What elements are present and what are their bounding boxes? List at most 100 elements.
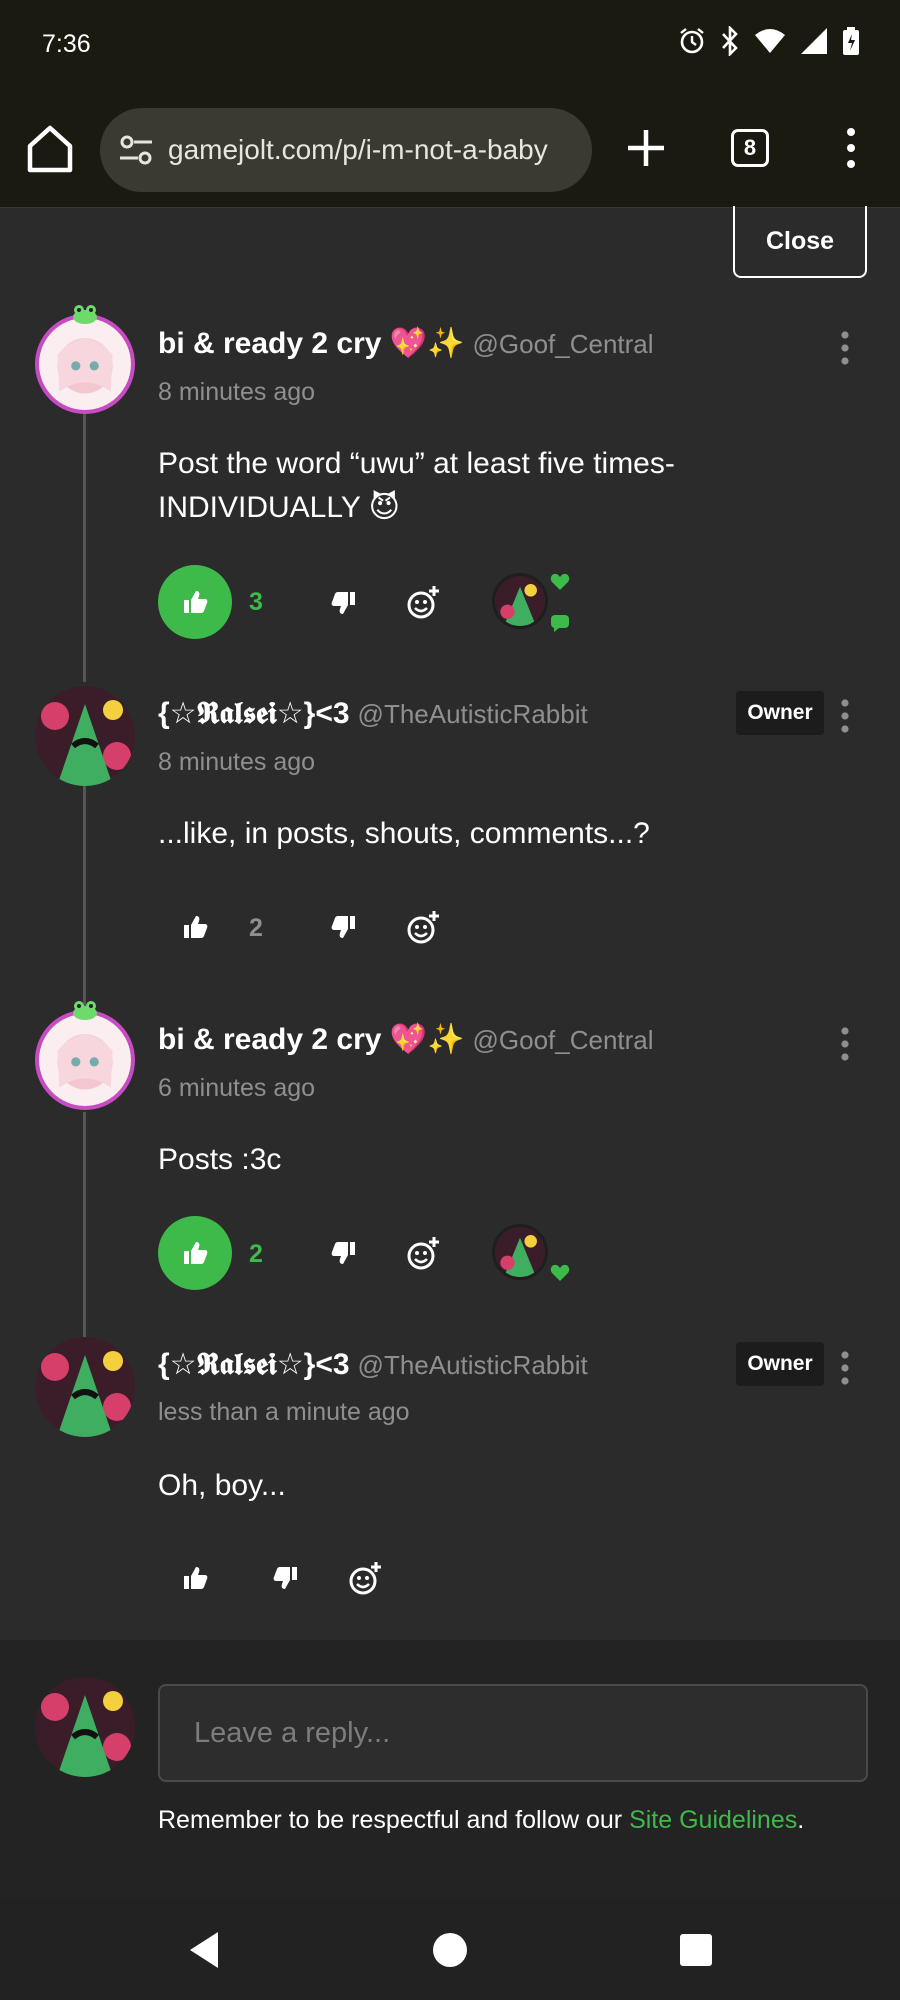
avatar[interactable]: [35, 686, 135, 786]
status-icons: [678, 26, 860, 56]
reply-note-text: Remember to be respectful and follow our: [158, 1806, 630, 1834]
like-count: 3: [249, 588, 263, 616]
thread-line: [83, 412, 86, 682]
frog-badge-icon: [73, 1001, 97, 1020]
author-name[interactable]: bi & ready 2 cry 💖✨: [158, 1023, 465, 1056]
comment-body: ...like, in posts, shouts, comments...?: [158, 817, 650, 850]
chat-bubble-icon: [551, 615, 569, 632]
close-label: Close: [765, 226, 835, 255]
owner-badge: Owner: [736, 691, 824, 735]
owner-badge-label: Owner: [747, 1352, 813, 1375]
like-button[interactable]: [175, 907, 215, 947]
back-nav-icon[interactable]: [184, 1928, 228, 1972]
reply-placeholder: Leave a reply...: [194, 1716, 391, 1749]
author-handle[interactable]: @TheAutisticRabbit: [358, 1350, 588, 1380]
thread-line: [83, 1112, 86, 1337]
more-vert-icon[interactable]: [839, 1350, 851, 1386]
more-vert-icon[interactable]: [839, 698, 851, 734]
thumbs-up-icon: [184, 591, 208, 613]
address-bar[interactable]: gamejolt.com/p/i-m-not-a-baby: [100, 108, 592, 192]
add-reaction-button[interactable]: [404, 582, 444, 622]
more-vert-icon[interactable]: [836, 126, 866, 170]
comment-body-line: Post the word “uwu” at least five times-: [158, 447, 675, 480]
thumbs-down-icon: [331, 592, 355, 614]
dislike-button[interactable]: [324, 1233, 364, 1273]
more-vert-icon[interactable]: [839, 1026, 851, 1062]
add-reaction-button[interactable]: [404, 1233, 444, 1273]
like-count: 2: [249, 1240, 263, 1268]
avatar[interactable]: [35, 1677, 135, 1777]
heart-icon: [550, 1264, 570, 1281]
thumbs-up-icon: [184, 1567, 208, 1589]
like-button[interactable]: [158, 1216, 232, 1290]
tab-switcher-button[interactable]: 8: [731, 129, 769, 167]
system-nav-bar: [0, 1900, 900, 2000]
url-text: gamejolt.com/p/i-m-not-a-baby: [168, 134, 548, 165]
thread-line: [83, 786, 86, 1006]
author-handle[interactable]: @Goof_Central: [473, 329, 654, 359]
dislike-button[interactable]: [266, 1558, 306, 1598]
comment-time: 8 minutes ago: [158, 748, 316, 776]
reaction-avatar[interactable]: [492, 573, 548, 629]
comment-body: Oh, boy...: [158, 1469, 286, 1502]
thumbs-down-icon: [273, 1567, 297, 1589]
add-reaction-icon: [407, 1237, 439, 1270]
status-time: 7:36: [42, 30, 91, 58]
more-vert-icon[interactable]: [839, 330, 851, 366]
add-reaction-button[interactable]: [404, 907, 444, 947]
add-reaction-icon: [407, 911, 439, 944]
avatar[interactable]: [35, 1337, 135, 1437]
like-count: 2: [249, 914, 263, 942]
bluetooth-icon: [722, 26, 738, 56]
recents-nav-icon[interactable]: [674, 1928, 718, 1972]
status-bar: 7:36: [0, 0, 900, 92]
avatar[interactable]: [35, 314, 135, 414]
like-button[interactable]: [158, 565, 232, 639]
thumbs-down-icon: [331, 1242, 355, 1264]
dislike-button[interactable]: [324, 583, 364, 623]
author-name[interactable]: bi & ready 2 cry 💖✨: [158, 327, 465, 360]
signal-icon: [801, 28, 827, 54]
reply-note: Remember to be respectful and follow our…: [158, 1806, 804, 1835]
wifi-icon: [755, 29, 785, 53]
thumbs-up-icon: [184, 1242, 208, 1264]
comment-body: Posts :3c: [158, 1143, 282, 1176]
comment-body: Post the word “uwu” at least five times-…: [158, 442, 798, 530]
reaction-avatar[interactable]: [492, 1224, 548, 1280]
like-button[interactable]: [175, 1558, 215, 1598]
reply-input[interactable]: Leave a reply...: [158, 1684, 868, 1782]
comment-author[interactable]: bi & ready 2 cry 💖✨ @Goof_Central: [158, 326, 654, 361]
owner-badge-label: Owner: [747, 701, 813, 724]
owner-badge: Owner: [736, 1342, 824, 1386]
add-reaction-button[interactable]: [346, 1558, 386, 1598]
tab-count: 8: [743, 135, 757, 160]
close-button[interactable]: Close: [733, 206, 867, 278]
battery-icon: [843, 27, 859, 55]
plus-icon[interactable]: [624, 126, 668, 170]
comment-author[interactable]: {☆𝕽𝖆𝖑𝖘𝖊𝖎☆}<3 @TheAutisticRabbit: [158, 1347, 588, 1382]
comment-author[interactable]: bi & ready 2 cry 💖✨ @Goof_Central: [158, 1022, 654, 1057]
alarm-icon: [680, 28, 704, 54]
comment-author[interactable]: {☆𝕽𝖆𝖑𝖘𝖊𝖎☆}<3 @TheAutisticRabbit: [158, 696, 588, 731]
reply-note-suffix: .: [797, 1806, 805, 1834]
comment-time: 6 minutes ago: [158, 1074, 316, 1102]
add-reaction-icon: [407, 586, 439, 619]
comment-time: 8 minutes ago: [158, 378, 316, 406]
add-reaction-icon: [349, 1562, 381, 1595]
comment-body-line: INDIVIDUALLY 😈: [158, 491, 400, 524]
author-name[interactable]: {☆𝕽𝖆𝖑𝖘𝖊𝖎☆}<3: [158, 1348, 350, 1381]
avatar[interactable]: [35, 1010, 135, 1110]
reply-area: Leave a reply... Remember to be respectf…: [0, 1640, 900, 1900]
thumbs-down-icon: [331, 916, 355, 938]
home-icon[interactable]: [26, 122, 74, 174]
heart-icon: [550, 573, 570, 590]
site-settings-icon[interactable]: [118, 132, 154, 168]
home-nav-icon[interactable]: [428, 1928, 472, 1972]
author-name[interactable]: {☆𝕽𝖆𝖑𝖘𝖊𝖎☆}<3: [158, 697, 350, 730]
dislike-button[interactable]: [324, 907, 364, 947]
author-handle[interactable]: @TheAutisticRabbit: [358, 699, 588, 729]
author-handle[interactable]: @Goof_Central: [473, 1025, 654, 1055]
comment-time: less than a minute ago: [158, 1398, 410, 1426]
site-guidelines-link[interactable]: Site Guidelines: [629, 1806, 797, 1834]
browser-toolbar: gamejolt.com/p/i-m-not-a-baby 8: [0, 92, 900, 208]
